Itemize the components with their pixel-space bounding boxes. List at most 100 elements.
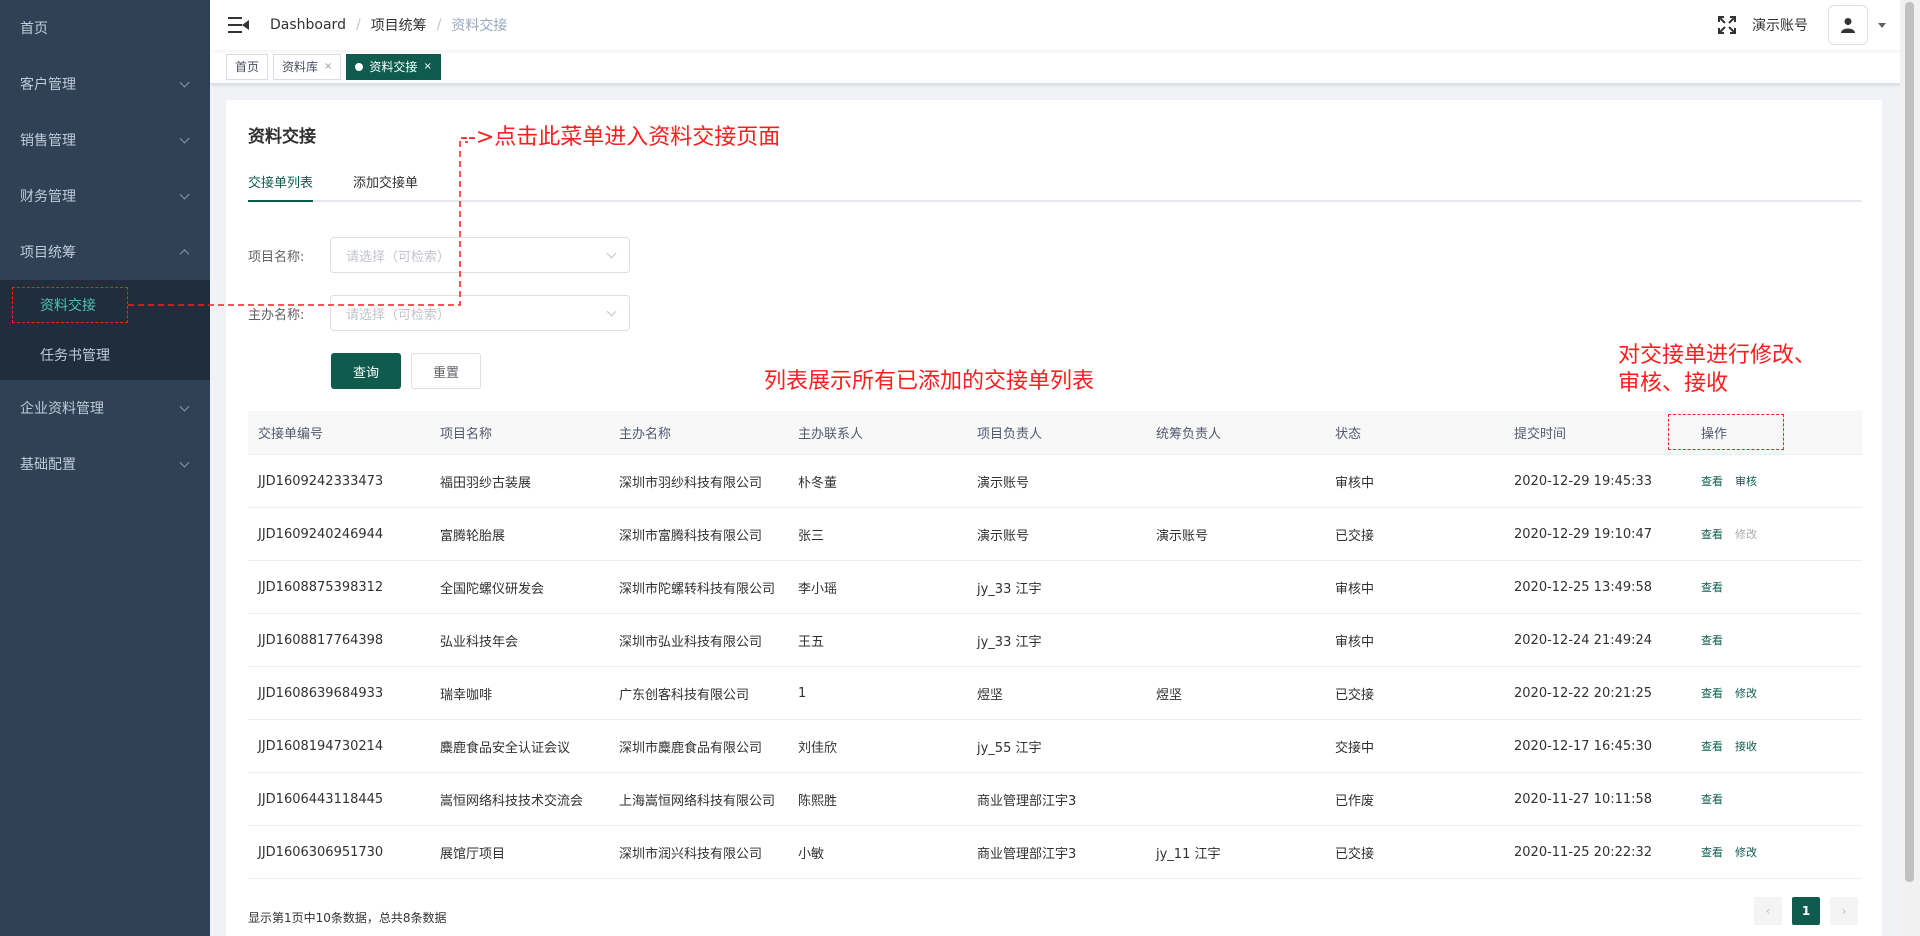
table-cell-project: 瑞幸咖啡 [440,687,493,703]
column-header: 提交时间 [1514,427,1567,442]
column-header: 统筹负责人 [1156,427,1222,442]
table-cell-status: 交接中 [1335,740,1375,756]
avatar[interactable] [1828,5,1868,45]
table-row: JJD1606443118445 嵩恒网络科技技术交流会 上海嵩恒网络科技有限公司 陈… [248,773,1862,826]
breadcrumb-separator: / [355,17,361,33]
table-row: JJD1608875398312 全国陀螺仪研发会 深圳市陀螺转科技有限公司 李小瑶 j… [248,561,1862,614]
tag-handover[interactable]: 资料交接 × [346,53,441,80]
table-cell-status: 已交接 [1335,687,1375,703]
menu-item-home[interactable]: 首页 [0,0,210,56]
breadcrumb-item[interactable]: Dashboard [270,17,346,33]
table-cell-pm: 演示账号 [977,528,1030,544]
table-cell-pm: 商业管理部江宇3 [977,793,1077,809]
table-cell-pm: 演示账号 [977,475,1030,491]
table-cell-organizer: 深圳市润兴科技有限公司 [619,846,763,862]
table-cell-pm: jy_55 江宇 [977,740,1042,756]
pagination: ‹ 1 › [1744,897,1858,925]
table-cell-ops: 查看 [1683,632,1862,648]
table-cell-project: 全国陀螺仪研发会 [440,581,545,597]
row-action-link[interactable]: 接收 [1735,740,1757,753]
table-cell-id: JJD1608639684933 [258,685,384,701]
breadcrumb-item-current: 资料交接 [451,18,508,34]
tag-library[interactable]: 资料库 × [273,53,342,80]
row-action-link[interactable]: 查看 [1701,687,1723,700]
row-action-link[interactable]: 审核 [1735,475,1757,488]
menu-item-base-config[interactable]: 基础配置 [0,436,210,492]
table-cell-ops: 查看 修改 [1683,526,1862,542]
table-cell-status: 审核中 [1335,581,1375,597]
table-cell-contact: 小敏 [798,846,825,862]
next-page-button[interactable]: › [1830,897,1858,925]
table-cell-organizer: 深圳市羽纱科技有限公司 [619,475,763,491]
table-cell-status: 已交接 [1335,528,1375,544]
table-cell-coordinator: jy_11 江宇 [1156,846,1221,862]
annotation-box-menu [12,287,128,323]
row-action-link[interactable]: 查看 [1701,475,1723,488]
menu-item-customer[interactable]: 客户管理 [0,56,210,112]
breadcrumb-item[interactable]: 项目统筹 [371,15,427,35]
breadcrumb-separator: / [436,17,442,33]
chevron-down-icon [179,401,190,412]
chevron-down-icon [606,248,617,259]
submenu-label: 任务书管理 [40,348,110,364]
chevron-down-icon [179,77,190,88]
row-action-link[interactable]: 查看 [1701,740,1723,753]
table-cell-organizer: 广东创客科技有限公司 [619,687,750,703]
submenu-item-task-book[interactable]: 任务书管理 [0,330,210,380]
table-cell-status: 审核中 [1335,475,1375,491]
annotation-box-ops [1668,414,1784,450]
row-action-link[interactable]: 修改 [1735,687,1757,700]
table-cell-project: 福田羽纱古装展 [440,475,532,491]
menu-label: 基础配置 [20,457,76,473]
table-row: JJD1608194730214 麋鹿食品安全认证会议 深圳市麋鹿食品有限公司 刘佳欣… [248,720,1862,773]
table-cell-ops: 查看 修改 [1683,844,1862,860]
fullscreen-icon[interactable] [1718,16,1736,34]
query-button[interactable]: 查询 [331,353,401,389]
caret-down-icon[interactable] [1878,22,1886,28]
table-header: 交接单编号 项目名称 主办名称 主办联系人 项目负责人 统筹负责人 状态 提交时间 操作 [248,411,1862,455]
tags-view: 首页 资料库 × 资料交接 × [210,50,1900,84]
annotation-ops-hint-line2: 审核、接收 [1618,371,1729,396]
table-cell-id: JJD1606443118445 [258,791,384,807]
menu-label: 财务管理 [20,189,76,205]
row-action-link[interactable]: 查看 [1701,846,1723,859]
table-cell-contact: 王五 [798,634,825,650]
table-cell-time: 2020-12-25 13:49:58 [1514,579,1653,595]
table-cell-id: JJD1608817764398 [258,632,384,648]
table-row: JJD1608639684933 瑞幸咖啡 广东创客科技有限公司 1 煜坚 煜坚 已交接 20… [248,667,1862,720]
tag-home[interactable]: 首页 [226,53,269,80]
page-number-button[interactable]: 1 [1792,897,1820,925]
menu-label: 项目统筹 [20,245,76,261]
close-icon[interactable]: × [324,55,332,79]
menu-item-enterprise-docs[interactable]: 企业资料管理 [0,380,210,436]
table-row: JJD1608817764398 弘业科技年会 深圳市弘业科技有限公司 王五 jy_33… [248,614,1862,667]
row-action-link[interactable]: 查看 [1701,528,1723,541]
table-cell-project: 嵩恒网络科技技术交流会 [440,793,584,809]
scrollbar[interactable] [1900,0,1920,936]
close-icon[interactable]: × [423,55,431,79]
row-action-link[interactable]: 修改 [1735,528,1757,541]
breadcrumb: Dashboard / 项目统筹 / 资料交接 [270,15,507,35]
table-cell-id: JJD1609240246944 [258,526,384,542]
chevron-down-icon [606,306,617,317]
table-cell-ops: 查看 [1683,791,1862,807]
pagination-info: 显示第1页中10条数据，总共8条数据 [248,911,447,925]
row-action-link[interactable]: 查看 [1701,793,1723,806]
column-header: 项目名称 [440,427,493,442]
table-cell-coordinator: 演示账号 [1156,528,1209,544]
column-header: 状态 [1335,427,1362,442]
column-header: 项目负责人 [977,427,1043,442]
table-cell-organizer: 上海嵩恒网络科技有限公司 [619,793,776,809]
scrollbar-thumb[interactable] [1905,2,1914,882]
hamburger-icon[interactable] [228,17,250,33]
navbar: Dashboard / 项目统筹 / 资料交接 演示账号 [210,0,1900,50]
table-cell-status: 审核中 [1335,634,1375,650]
prev-page-button[interactable]: ‹ [1754,897,1782,925]
user-icon [1841,18,1855,33]
row-action-link[interactable]: 查看 [1701,581,1723,594]
row-action-link[interactable]: 修改 [1735,846,1757,859]
table-cell-id: JJD1608875398312 [258,579,384,595]
reset-button[interactable]: 重置 [411,353,481,389]
annotation-connector [128,141,468,306]
row-action-link[interactable]: 查看 [1701,634,1723,647]
